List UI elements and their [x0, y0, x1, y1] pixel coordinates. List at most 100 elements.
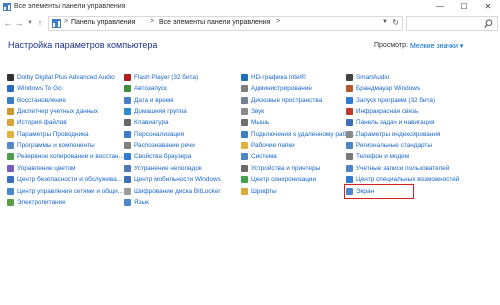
control-panel-item[interactable]: Клавиатура — [124, 117, 242, 128]
control-panel-item[interactable]: Параметры Проводника — [7, 129, 125, 140]
control-panel-item[interactable]: Центр безопасности и обслужива... — [7, 174, 125, 185]
item-label: Дисковые пространства — [251, 96, 323, 104]
item-label: Администрирование — [251, 85, 312, 93]
control-panel-item[interactable]: Телефон и модем — [346, 151, 464, 162]
control-panel-item[interactable]: Центр управления сетями и общи... — [7, 186, 125, 197]
item-label: Язык — [134, 198, 149, 206]
control-panel-item[interactable]: Администрирование — [241, 83, 359, 94]
item-label: Центр управления сетями и общи... — [17, 187, 124, 195]
devices-printers-icon — [241, 164, 248, 172]
control-panel-item[interactable]: Шифрование диска BitLocker — [124, 186, 242, 197]
control-panel-item[interactable]: Центр мобильности Windows — [124, 174, 242, 185]
control-panel-item[interactable]: Dolby Digital Plus Advanced Audio — [7, 72, 125, 83]
control-panel-item[interactable]: История файлов — [7, 117, 125, 128]
control-panel-item[interactable]: Параметры индексирования — [346, 129, 464, 140]
control-panel-item[interactable]: Запуск программ (32 бита) — [346, 95, 464, 106]
view-by-dropdown[interactable]: Мелкие значки ▾ — [410, 42, 463, 50]
control-panel-item[interactable]: Диспетчер учетных данных — [7, 106, 125, 117]
folder-options-icon — [7, 130, 14, 138]
control-panel-item[interactable]: Шрифты — [241, 186, 359, 197]
search-icon — [484, 19, 493, 28]
item-label: Электропитание — [17, 198, 66, 206]
close-button[interactable]: ✕ — [476, 0, 500, 14]
item-label: Центр мобильности Windows — [134, 176, 221, 184]
forward-button[interactable]: → — [14, 17, 24, 29]
item-label: Параметры индексирования — [356, 130, 441, 138]
breadcrumb-control-panel[interactable]: Панель управления — [71, 19, 135, 26]
personalization-icon — [124, 130, 131, 138]
control-panel-item[interactable]: Свойства браузера — [124, 151, 242, 162]
title-bar: Все элементы панели управления — ☐ ✕ — [0, 0, 500, 14]
programs-icon — [7, 142, 14, 150]
browser-icon — [124, 153, 131, 161]
control-panel-item[interactable]: Региональные стандарты — [346, 140, 464, 151]
address-bar[interactable]: > Панель управления > Все элементы панел… — [48, 16, 403, 31]
control-panel-item[interactable]: Подключения к удаленному рабоч... — [241, 129, 359, 140]
control-panel-item[interactable]: Рабочие папки — [241, 140, 359, 151]
control-panel-item[interactable]: Система — [241, 151, 359, 162]
control-panel-item[interactable]: Экран — [344, 183, 414, 199]
language-icon — [124, 198, 131, 206]
breadcrumb-all-items[interactable]: Все элементы панели управления — [159, 19, 270, 26]
control-panel-item[interactable]: Центр синхронизации — [241, 174, 359, 185]
credentials-icon — [7, 108, 14, 116]
recent-locations-button[interactable]: ▼ — [25, 17, 35, 29]
control-panel-item[interactable]: Распознавание речи — [124, 140, 242, 151]
control-panel-item[interactable]: Восстановление — [7, 95, 125, 106]
item-label: Распознавание речи — [134, 142, 195, 150]
control-panel-item[interactable]: Дисковые пространства — [241, 95, 359, 106]
control-panel-item[interactable]: Программы и компоненты — [7, 140, 125, 151]
window-title: Все элементы панели управления — [14, 3, 126, 10]
item-label: Центр синхронизации — [251, 176, 317, 184]
control-panel-item[interactable]: Автозапуск — [124, 83, 242, 94]
maximize-button[interactable]: ☐ — [452, 0, 476, 14]
backup-icon — [7, 153, 14, 161]
item-label: Центр безопасности и обслужива... — [17, 176, 122, 184]
control-panel-item[interactable]: Управление цветом — [7, 163, 125, 174]
control-panel-item[interactable]: Резервное копирование и восстан... — [7, 151, 125, 162]
address-dropdown-icon[interactable]: ▼ — [382, 19, 388, 25]
control-panel-item[interactable]: Домашняя группа — [124, 106, 242, 117]
sound-icon — [241, 108, 248, 116]
control-panel-item[interactable]: Язык — [124, 197, 242, 208]
control-panel-item[interactable]: Электропитание — [7, 197, 125, 208]
phone-modem-icon — [346, 153, 353, 161]
refresh-icon[interactable]: ↻ — [392, 18, 399, 27]
item-label: Учетные записи пользователей — [356, 164, 450, 172]
user-accounts-icon — [346, 164, 353, 172]
up-button[interactable]: ↑ — [35, 17, 45, 29]
control-panel-item[interactable]: Центр специальных возможностей — [346, 174, 464, 185]
file-history-icon — [7, 119, 14, 127]
back-button[interactable]: ← — [3, 17, 13, 29]
search-input[interactable] — [406, 16, 498, 31]
control-panel-item[interactable]: Дата и время — [124, 95, 242, 106]
minimize-button[interactable]: — — [428, 0, 452, 14]
control-panel-item[interactable]: Мышь — [241, 117, 359, 128]
item-label: HD-графика Intel® — [251, 74, 306, 81]
item-label: Система — [251, 153, 277, 161]
control-panel-item[interactable]: HD-графика Intel® — [241, 72, 359, 83]
control-panel-item[interactable]: Устройства и принтеры — [241, 163, 359, 174]
control-panel-item[interactable]: Windows To Go — [7, 83, 125, 94]
control-panel-item[interactable]: Учетные записи пользователей — [346, 163, 464, 174]
region-icon — [346, 142, 353, 150]
control-panel-item[interactable]: Звук — [241, 106, 359, 117]
security-center-icon — [7, 176, 14, 184]
item-label: Мышь — [251, 119, 270, 127]
item-label: Шрифты — [251, 187, 277, 195]
control-panel-item[interactable]: Персонализация — [124, 129, 242, 140]
item-label: Свойства браузера — [134, 153, 192, 161]
control-panel-item[interactable]: Flash Player (32 бита) — [124, 72, 242, 83]
control-panel-item[interactable]: Инфракрасная связь — [346, 106, 464, 117]
view-by-label: Просмотр: — [374, 42, 408, 49]
control-panel-item[interactable]: SmartAudio — [346, 72, 464, 83]
item-label: Персонализация — [134, 130, 185, 138]
control-panel-item[interactable]: Панель задач и навигация — [346, 117, 464, 128]
item-label: Устранение неполадок — [134, 164, 202, 172]
mobility-center-icon — [124, 176, 131, 184]
control-panel-item[interactable]: Брандмауэр Windows — [346, 83, 464, 94]
control-panel-item[interactable]: Устранение неполадок — [124, 163, 242, 174]
control-panel-icon — [52, 19, 61, 28]
item-label: Домашняя группа — [134, 108, 187, 116]
ease-of-access-icon — [346, 176, 353, 184]
